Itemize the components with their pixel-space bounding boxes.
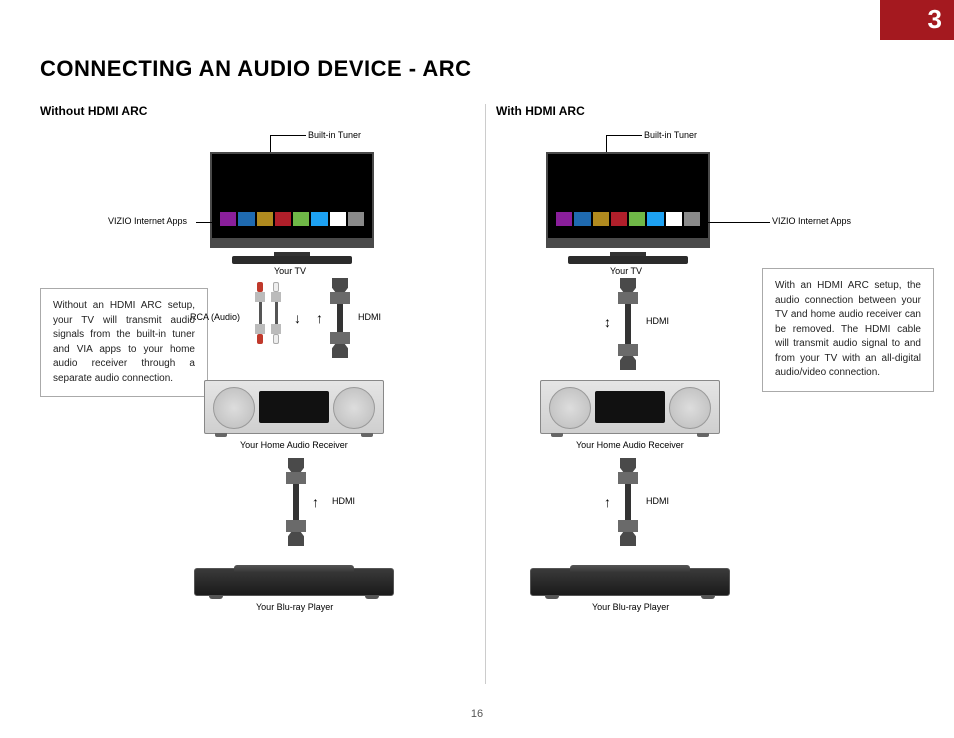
label-vizio-apps: VIZIO Internet Apps	[108, 216, 187, 226]
arrow-down-icon: ↓	[294, 310, 301, 326]
tv-illustration	[210, 152, 374, 264]
label-hdmi-top: HDMI	[646, 316, 669, 326]
hdmi-cable-icon	[616, 458, 640, 546]
hdmi-cable-icon	[616, 278, 640, 370]
page-title: CONNECTING AN AUDIO DEVICE - ARC	[40, 56, 472, 82]
tv-illustration	[546, 152, 710, 264]
label-hdmi-top: HDMI	[358, 312, 381, 322]
label-hdmi-bottom: HDMI	[646, 496, 669, 506]
hdmi-cable-icon	[328, 278, 352, 358]
label-builtin-tuner: Built-in Tuner	[644, 130, 697, 140]
arrow-updown-icon: ↕	[604, 314, 611, 330]
subhead-left: Without HDMI ARC	[40, 104, 480, 118]
hdmi-cable-icon	[284, 458, 308, 546]
arrow-up-icon: ↑	[316, 310, 323, 326]
label-your-tv: Your TV	[610, 266, 642, 276]
column-divider	[485, 104, 486, 684]
label-builtin-tuner: Built-in Tuner	[308, 130, 361, 140]
leader	[706, 222, 770, 223]
label-receiver: Your Home Audio Receiver	[240, 440, 348, 450]
tv-screen	[210, 152, 374, 248]
bluray-illustration	[530, 568, 730, 596]
tv-app-bar	[556, 212, 700, 226]
rca-cable-icon	[250, 282, 286, 344]
diagram-left: Built-in Tuner Your TV VIZIO Internet Ap…	[40, 128, 480, 698]
page-number: 16	[0, 708, 954, 720]
arrow-up-icon: ↑	[604, 494, 611, 510]
arrow-up-icon: ↑	[312, 494, 319, 510]
note-box-left: Without an HDMI ARC setup, your TV will …	[40, 288, 208, 397]
label-rca: RCA (Audio)	[190, 312, 240, 322]
chapter-tab: 3	[880, 0, 954, 40]
receiver-illustration	[540, 380, 720, 434]
tv-screen	[546, 152, 710, 248]
column-with-arc: With HDMI ARC Built-in Tuner Your TV VIZ…	[496, 104, 936, 698]
leader	[606, 135, 642, 136]
leader	[270, 135, 306, 136]
label-your-tv: Your TV	[274, 266, 306, 276]
leader	[196, 222, 218, 223]
label-bluray: Your Blu-ray Player	[592, 602, 669, 612]
bluray-illustration	[194, 568, 394, 596]
subhead-right: With HDMI ARC	[496, 104, 936, 118]
diagram-right: Built-in Tuner Your TV VIZIO Internet Ap…	[496, 128, 936, 698]
label-bluray: Your Blu-ray Player	[256, 602, 333, 612]
leader	[606, 135, 607, 153]
column-without-arc: Without HDMI ARC Built-in Tuner Your TV …	[40, 104, 480, 698]
leader	[270, 135, 271, 153]
label-receiver: Your Home Audio Receiver	[576, 440, 684, 450]
label-hdmi-bottom: HDMI	[332, 496, 355, 506]
note-box-right: With an HDMI ARC setup, the audio connec…	[762, 268, 934, 392]
tv-app-bar	[220, 212, 364, 226]
receiver-illustration	[204, 380, 384, 434]
label-vizio-apps: VIZIO Internet Apps	[772, 216, 851, 226]
